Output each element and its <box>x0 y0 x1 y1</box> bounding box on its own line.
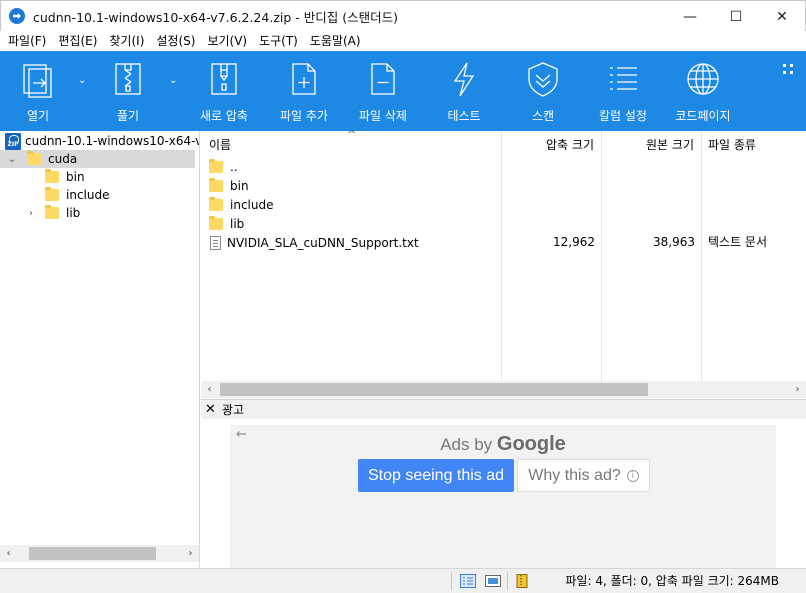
details-view-icon[interactable] <box>460 574 476 588</box>
scrollbar-thumb[interactable] <box>220 383 648 396</box>
add-file-icon <box>287 51 321 107</box>
extract-dropdown-icon[interactable]: ⌄ <box>169 75 177 86</box>
tree-item-lib[interactable]: › lib <box>24 204 80 222</box>
folder-icon <box>209 158 223 173</box>
tree-item-label: cuda <box>48 152 78 166</box>
folder-icon <box>209 177 223 192</box>
folder-icon <box>45 187 59 201</box>
tree-root-archive[interactable]: ZIP cudnn-10.1-windows10-x64-v7.6.2.24.z… <box>5 132 199 150</box>
extract-button[interactable]: 풀기 <box>108 51 148 131</box>
lightning-icon <box>447 51 481 107</box>
column-settings-button[interactable]: 칼럼 설정 <box>595 51 651 131</box>
column-header-file-type[interactable]: 파일 종류 <box>708 131 798 157</box>
column-header-original-size[interactable]: 원본 크기 <box>601 131 697 157</box>
window-title: cudnn-10.1-windows10-x64-v7.6.2.24.zip -… <box>33 9 398 25</box>
ad-panel-title: 광고 <box>221 403 244 417</box>
menu-edit[interactable]: 편집(E) <box>52 31 103 51</box>
tree-root-label: cudnn-10.1-windows10-x64-v7.6.2.24.zip <box>25 134 199 148</box>
ad-panel-header: ✕ 광고 <box>201 399 806 419</box>
stop-seeing-ad-button[interactable]: Stop seeing this ad <box>358 459 514 492</box>
folder-tree: ZIP cudnn-10.1-windows10-x64-v7.6.2.24.z… <box>0 131 200 568</box>
zip-archive-icon: ZIP <box>5 132 21 150</box>
column-list-icon <box>606 51 640 107</box>
why-this-ad-button[interactable]: Why this ad? i <box>517 459 650 492</box>
collapsed-chevron-icon[interactable]: › <box>24 208 38 219</box>
file-row-txt[interactable]: NVIDIA_SLA_cuDNN_Support.txt 12,962 38,9… <box>201 233 791 252</box>
original-size-cell: 38,963 <box>653 235 695 249</box>
status-divider <box>451 572 452 590</box>
minimize-button[interactable]: — <box>667 1 713 32</box>
delete-file-button[interactable]: 파일 삭제 <box>355 51 411 131</box>
toolbar: 열기 ⌄ 풀기 ⌄ 새로 압축 파일 추가 파일 삭제 테스트 스캔 칼럼 설정… <box>0 51 806 131</box>
tree-horizontal-scrollbar[interactable]: ‹ › <box>0 545 199 562</box>
column-header-packed-size[interactable]: 압축 크기 <box>501 131 597 157</box>
file-row-bin[interactable]: bin <box>201 176 791 195</box>
file-list: 이름 ^ 압축 크기 원본 크기 파일 종류 .. bin include li… <box>201 128 806 399</box>
folder-icon <box>209 196 223 211</box>
file-row-lib[interactable]: lib <box>201 214 791 233</box>
close-ad-icon[interactable]: ✕ <box>205 402 216 417</box>
menu-view[interactable]: 보기(V) <box>201 31 253 51</box>
folder-icon <box>209 215 223 230</box>
ads-by-google: Ads by Google <box>440 433 566 455</box>
extract-zipper-icon <box>111 51 145 107</box>
bandizip-app-icon <box>9 8 25 24</box>
list-horizontal-scrollbar[interactable]: ‹ › <box>201 381 806 398</box>
status-summary: 파일: 4, 폴더: 0, 압축 파일 크기: 264MB <box>565 574 779 588</box>
expand-chevron-icon[interactable]: ⌄ <box>5 154 19 165</box>
tree-item-label: lib <box>66 206 81 220</box>
menu-find[interactable]: 찾기(I) <box>103 31 150 51</box>
packed-size-cell: 12,962 <box>553 235 595 249</box>
globe-icon <box>684 51 722 107</box>
ad-panel: ← Ads by Google Stop seeing this ad Why … <box>201 419 806 568</box>
scroll-right-icon[interactable]: › <box>182 545 199 562</box>
folder-icon <box>45 205 59 219</box>
google-logo: Google <box>496 433 566 455</box>
title-bar: cudnn-10.1-windows10-x64-v7.6.2.24.zip -… <box>0 0 806 31</box>
menu-file[interactable]: 파일(F) <box>2 31 52 51</box>
status-bar: 파일: 4, 폴더: 0, 압축 파일 크기: 264MB <box>0 568 806 593</box>
text-file-icon <box>210 235 221 250</box>
tree-item-label: include <box>66 188 110 202</box>
codepage-button[interactable]: 코드페이지 <box>672 51 734 131</box>
status-divider <box>507 572 508 590</box>
test-button[interactable]: 테스트 <box>444 51 484 131</box>
ad-content: ← Ads by Google Stop seeing this ad Why … <box>230 425 776 568</box>
scroll-left-icon[interactable]: ‹ <box>0 545 17 562</box>
menu-settings[interactable]: 설정(S) <box>150 31 201 51</box>
file-row-parent[interactable]: .. <box>201 157 791 176</box>
new-archive-button[interactable]: 새로 압축 <box>196 51 252 131</box>
delete-file-icon <box>366 51 400 107</box>
sort-ascending-icon: ^ <box>347 128 357 141</box>
info-icon: i <box>626 469 639 482</box>
new-archive-icon <box>207 51 241 107</box>
tree-item-label: bin <box>66 170 85 184</box>
folder-icon <box>45 169 59 183</box>
window-controls: — ☐ ✕ <box>667 1 805 32</box>
maximize-button[interactable]: ☐ <box>713 1 759 32</box>
layout-grid-icon[interactable] <box>782 63 794 75</box>
open-archive-icon <box>21 51 55 107</box>
menu-tools[interactable]: 도구(T) <box>253 31 304 51</box>
folder-icon <box>27 151 41 165</box>
tree-item-include[interactable]: include <box>45 186 109 204</box>
scroll-right-icon[interactable]: › <box>789 381 806 398</box>
add-file-button[interactable]: 파일 추가 <box>276 51 332 131</box>
scroll-left-icon[interactable]: ‹ <box>201 381 218 398</box>
menu-bar: 파일(F) 편집(E) 찾기(I) 설정(S) 보기(V) 도구(T) 도움말(… <box>0 31 806 51</box>
file-type-cell: 텍스트 문서 <box>708 235 768 249</box>
open-dropdown-icon[interactable]: ⌄ <box>78 75 86 86</box>
close-button[interactable]: ✕ <box>759 1 805 32</box>
open-button[interactable]: 열기 <box>18 51 58 131</box>
file-row-include[interactable]: include <box>201 195 791 214</box>
scrollbar-thumb[interactable] <box>29 547 156 560</box>
scan-button[interactable]: 스캔 <box>523 51 563 131</box>
archive-zipper-icon <box>516 574 528 588</box>
shield-icon <box>524 51 562 107</box>
tree-item-bin[interactable]: bin <box>45 168 85 186</box>
menu-help[interactable]: 도움말(A) <box>304 31 367 51</box>
thumbnail-view-icon[interactable] <box>485 574 501 588</box>
tree-item-cuda[interactable]: ⌄ cuda <box>0 150 195 168</box>
